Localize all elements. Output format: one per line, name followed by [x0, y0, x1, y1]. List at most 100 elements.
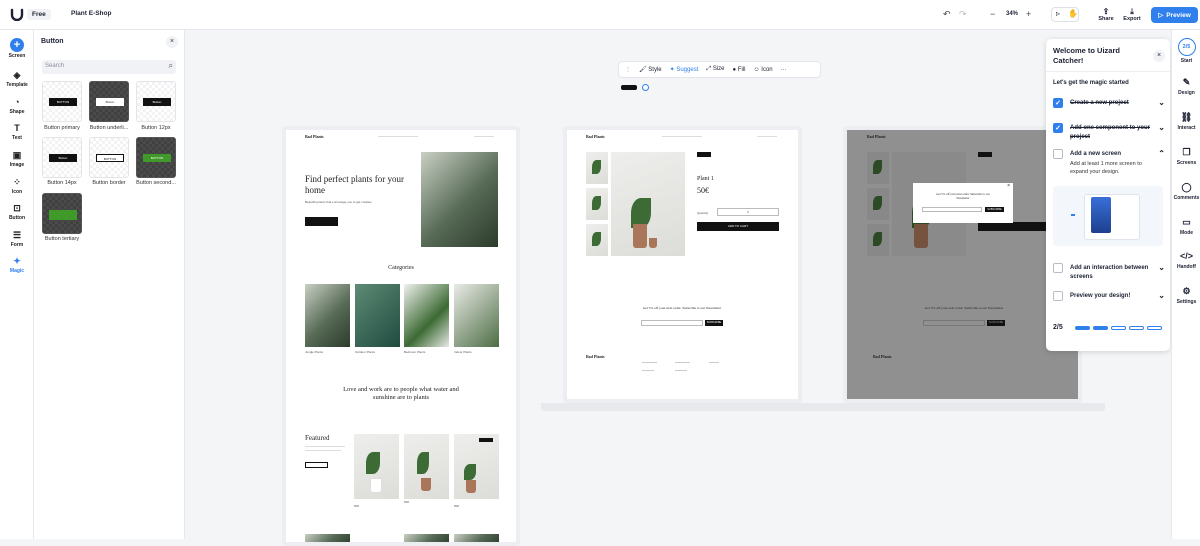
newsletter-input[interactable]: [641, 320, 703, 326]
rail-item-magic[interactable]: ✦ Magic: [0, 256, 34, 274]
fill-label: Fill: [737, 66, 746, 73]
rail-item-start[interactable]: 2/5 Start: [1172, 38, 1200, 64]
pointer-icon[interactable]: ▹: [1056, 9, 1060, 18]
thumb-image[interactable]: [586, 224, 608, 256]
screen-home[interactable]: Bad Plants Find perfect plants for your …: [282, 126, 520, 546]
export-button[interactable]: ⤓ Export: [1119, 7, 1145, 22]
thumb-label: Button underli...: [89, 125, 129, 131]
share-button[interactable]: ⇪ Share: [1093, 7, 1119, 22]
chevron-down-icon[interactable]: ⌄: [1158, 98, 1165, 107]
rail-item-shape[interactable]: ◔ Shape: [0, 97, 34, 115]
chevron-down-icon[interactable]: ⌄: [1158, 291, 1165, 300]
suggest-button[interactable]: ✦ Suggest: [670, 66, 699, 73]
nav-links: [662, 136, 702, 137]
brand-logo: Bad Plants: [305, 134, 324, 139]
zoom-out-icon[interactable]: −: [990, 9, 995, 19]
thumb-preview: Button: [49, 154, 77, 162]
screen-product[interactable]: Bad Plants Plant 1 50€ Quantity 1 ADD TO…: [563, 126, 802, 403]
close-icon[interactable]: ×: [1153, 50, 1165, 62]
modal-subscribe-button[interactable]: SUBSCRIBE: [985, 207, 1004, 212]
rail-item-settings[interactable]: ⚙ Settings: [1172, 285, 1200, 305]
product-price: 50€: [697, 186, 709, 195]
footer-links: [709, 362, 719, 363]
chevron-up-icon[interactable]: ⌃: [1158, 149, 1165, 158]
rail-item-screens[interactable]: ❐ Screens: [1172, 146, 1200, 166]
project-name[interactable]: Plant E-Shop: [71, 10, 111, 17]
rail-item-template[interactable]: ◈ Template: [0, 70, 34, 88]
thumb-preview: Button: [143, 98, 171, 106]
featured-title: Featured: [305, 434, 330, 442]
chevron-down-icon[interactable]: ⌄: [1158, 263, 1165, 272]
redo-icon[interactable]: ↷: [959, 9, 967, 20]
rail-item-icon[interactable]: ⁘ Icon: [0, 177, 34, 195]
hand-icon[interactable]: ✋: [1068, 9, 1078, 18]
thumb-image[interactable]: [586, 188, 608, 220]
add-to-cart-button[interactable]: ADD TO CART: [697, 222, 779, 231]
rail-item-screen[interactable]: + Screen: [0, 38, 34, 59]
component-thumb[interactable]: [42, 193, 82, 234]
laptop-base: [821, 403, 1105, 411]
thumb-image[interactable]: [586, 152, 608, 184]
panel-close-icon[interactable]: ×: [166, 36, 178, 48]
rail-item-form[interactable]: ☰ Form: [0, 230, 34, 248]
plan-badge[interactable]: Free: [27, 9, 51, 20]
component-thumb[interactable]: BUTTON: [136, 137, 176, 178]
rail-label: Icon: [11, 189, 23, 195]
chevron-down-icon[interactable]: ⌄: [1158, 123, 1165, 132]
component-thumb[interactable]: Button: [89, 81, 129, 122]
fill-button[interactable]: ● Fill: [733, 67, 746, 73]
shop-now-button[interactable]: [305, 217, 338, 226]
shape-icon: ◔: [14, 97, 20, 107]
step-label: Preview your design!: [1070, 293, 1131, 299]
checkbox-icon: [1053, 291, 1063, 301]
category-image: [355, 284, 400, 347]
progress-segment: [1147, 326, 1162, 330]
component-panel: Button Search ⌕ BUTTON Button primary But…: [34, 30, 185, 539]
rail-item-design[interactable]: ✎ Design: [1172, 76, 1200, 96]
component-thumb[interactable]: Button: [136, 81, 176, 122]
zoom-level[interactable]: 34%: [1006, 11, 1018, 17]
zoom-in-icon[interactable]: +: [1026, 9, 1031, 19]
component-thumb[interactable]: BUTTON: [42, 81, 82, 122]
rail-item-text[interactable]: T Text: [0, 123, 34, 141]
rail-item-button[interactable]: ⊡ Button: [0, 203, 34, 221]
undo-icon[interactable]: ↶: [943, 9, 951, 20]
view-all-button[interactable]: [305, 462, 328, 468]
more-options-icon[interactable]: ···: [781, 67, 787, 73]
selected-component[interactable]: [621, 85, 637, 90]
size-button[interactable]: ⤢ Size: [706, 66, 724, 73]
preview-button[interactable]: ▷ Preview: [1151, 7, 1198, 23]
uizard-logo-icon[interactable]: [10, 8, 24, 21]
sale-badge: [697, 152, 711, 157]
component-thumb[interactable]: Button: [42, 137, 82, 178]
image-icon: ▣: [12, 150, 22, 160]
modal-email-input[interactable]: [922, 207, 982, 212]
comment-icon: ◯: [1181, 182, 1192, 192]
onboarding-subtitle: Let's get the magic started: [1053, 80, 1129, 86]
rail-item-mode[interactable]: ▭ Mode: [1172, 216, 1200, 236]
progress-count: 2/5: [1053, 324, 1063, 331]
panel-search-input[interactable]: Search ⌕: [42, 60, 176, 74]
rail-item-interact[interactable]: ⛓ Interact: [1172, 111, 1200, 131]
quantity-stepper[interactable]: 1: [717, 208, 779, 216]
rail-item-comments[interactable]: ◯ Comments: [1172, 181, 1200, 201]
tool-mode-toggle: ▹ ✋: [1051, 7, 1079, 22]
step-description: Add at least 1 more screen to expand you…: [1070, 161, 1142, 175]
modal-close-icon[interactable]: ×: [1007, 183, 1010, 189]
drag-handle-icon[interactable]: ⋮: [625, 66, 631, 73]
nav-links: [378, 136, 418, 137]
selection-handle-icon[interactable]: [642, 84, 649, 91]
thumb-image: [867, 224, 889, 256]
thumb-preview: BUTTON: [96, 154, 124, 162]
component-thumb[interactable]: BUTTON: [89, 137, 129, 178]
onboarding-panel: Welcome to Uizard Catcher! × Let's get t…: [1046, 39, 1170, 351]
rail-item-handoff[interactable]: </> Handoff: [1172, 250, 1200, 270]
newsletter-modal: Get 5% off your next order. Subscribe to…: [913, 183, 1013, 223]
featured-image: [354, 434, 399, 499]
icon-button[interactable]: ☺ Icon: [753, 67, 772, 73]
rail-item-image[interactable]: ▣ Image: [0, 150, 34, 168]
screens-icon: ❐: [1182, 147, 1191, 157]
style-button[interactable]: 🖌 Style: [639, 66, 662, 73]
subscribe-button: SUBSCRIBE: [987, 320, 1005, 326]
subscribe-button[interactable]: SUBSCRIBE: [705, 320, 723, 326]
